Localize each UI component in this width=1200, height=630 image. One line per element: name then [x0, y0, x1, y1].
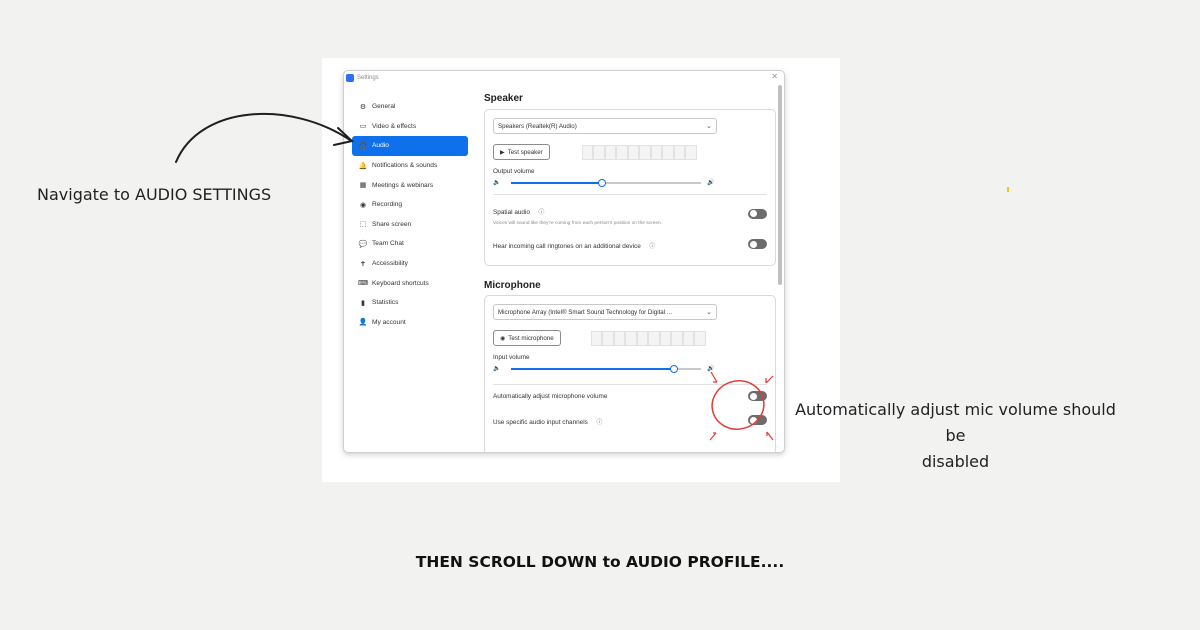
output-volume-label: Output volume: [493, 168, 535, 175]
speaker-device-dropdown[interactable]: Speakers (Realtek(R) Audio) ⌄: [493, 118, 717, 134]
record-icon: ◉: [500, 335, 506, 342]
sidebar-item-label: Notifications & sounds: [372, 162, 438, 170]
sidebar-item-label: Keyboard shortcuts: [372, 279, 429, 287]
test-speaker-label: Test speaker: [507, 148, 543, 156]
chevron-down-icon: ⌄: [706, 309, 712, 316]
microphone-device-dropdown[interactable]: Microphone Array (Intel® Smart Sound Tec…: [493, 304, 717, 320]
headphones-icon: 🎧: [358, 142, 368, 150]
record-icon: ◉: [359, 201, 367, 209]
input-volume-slider[interactable]: [511, 364, 701, 373]
ringtone-row: Hear incoming call ringtones on an addit…: [493, 235, 767, 253]
sidebar-item-share-screen[interactable]: ⬚ Share screen: [352, 215, 468, 235]
spatial-audio-description: Voices will sound like they're coming fr…: [493, 221, 663, 226]
input-volume-label: Input volume: [493, 354, 530, 361]
sidebar-item-audio[interactable]: 🎧 Audio: [352, 136, 468, 156]
info-icon[interactable]: ⓘ: [649, 244, 655, 250]
sidebar: ⚙ General ▭ Video & effects 🎧 Audio 🔔 No…: [352, 97, 468, 332]
sidebar-item-notifications[interactable]: 🔔 Notifications & sounds: [352, 156, 468, 176]
bar-chart-icon: ▮: [361, 299, 365, 307]
info-icon[interactable]: ⓘ: [596, 420, 602, 426]
calendar-icon: ▦: [359, 182, 367, 190]
specific-channels-label: Use specific audio input channels: [493, 419, 588, 426]
ringtone-label: Hear incoming call ringtones on an addit…: [493, 243, 641, 250]
chat-bubble-icon: 💬: [358, 240, 368, 248]
auto-adjust-label: Automatically adjust microphone volume: [493, 392, 608, 400]
microphone-card: Microphone Array (Intel® Smart Sound Tec…: [484, 295, 776, 452]
test-microphone-label: Test microphone: [508, 334, 554, 342]
sidebar-item-label: Accessibility: [372, 260, 408, 268]
share-screen-icon: ⬚: [359, 221, 367, 229]
divider: [493, 384, 767, 385]
auto-adjust-toggle[interactable]: [748, 391, 767, 401]
sidebar-item-keyboard-shortcuts[interactable]: ⌨ Keyboard shortcuts: [352, 273, 468, 293]
volume-high-icon: 🔊: [707, 180, 715, 186]
spatial-audio-label: Spatial audio: [493, 209, 530, 216]
auto-adjust-annotation-line2: disabled: [921, 452, 990, 471]
sidebar-item-label: Audio: [372, 142, 389, 150]
sidebar-item-label: Recording: [372, 201, 403, 209]
sidebar-item-accessibility[interactable]: ✝ Accessibility: [352, 254, 468, 274]
specific-channels-toggle[interactable]: [748, 415, 767, 425]
spatial-audio-toggle[interactable]: [748, 208, 767, 219]
sidebar-item-label: Statistics: [372, 299, 399, 307]
speaker-level-meter: [581, 144, 697, 160]
sidebar-item-team-chat[interactable]: 💬 Team Chat: [352, 234, 468, 254]
sidebar-item-recording[interactable]: ◉ Recording: [352, 195, 468, 215]
sidebar-item-meetings[interactable]: ▦ Meetings & webinars: [352, 175, 468, 195]
speaker-device-value: Speakers (Realtek(R) Audio): [498, 122, 577, 130]
sidebar-item-label: Video & effects: [372, 122, 417, 130]
play-icon: ▶: [500, 149, 505, 156]
window-title: Settings: [357, 75, 379, 81]
sidebar-item-label: My account: [372, 318, 406, 326]
chevron-down-icon: ⌄: [706, 123, 712, 130]
video-camera-icon: ▭: [359, 123, 367, 131]
sidebar-item-label: Share screen: [372, 220, 412, 228]
scrollbar[interactable]: [778, 85, 782, 285]
sidebar-item-label: Meetings & webinars: [372, 181, 434, 189]
bottom-caption: THEN SCROLL DOWN to AUDIO PROFILE....: [415, 553, 785, 571]
spatial-audio-row: Spatial audio ⓘ Voices will sound like t…: [493, 201, 767, 226]
bell-icon: 🔔: [358, 162, 368, 170]
output-volume-handle[interactable]: [598, 178, 607, 187]
auto-adjust-row: Automatically adjust microphone volume: [493, 391, 767, 401]
sidebar-item-label: General: [372, 103, 396, 111]
input-volume-handle[interactable]: [670, 364, 679, 373]
speaker-card: Speakers (Realtek(R) Audio) ⌄ ▶ Test spe…: [484, 109, 776, 266]
divider: [493, 194, 767, 195]
zoom-logo-icon: [346, 74, 354, 82]
settings-window: Settings ✕ ⚙ General ▭ Video & effects 🎧…: [343, 70, 785, 453]
keyboard-icon: ⌨: [358, 280, 369, 288]
speaker-section-title: Speaker: [484, 93, 523, 104]
microphone-level-meter: [590, 330, 706, 346]
sidebar-item-label: Team Chat: [372, 240, 404, 248]
accessibility-icon: ✝: [360, 260, 366, 268]
microphone-section-title: Microphone: [484, 280, 541, 291]
gear-icon: ⚙: [359, 103, 367, 111]
ringtone-toggle[interactable]: [748, 239, 767, 249]
sidebar-item-video-effects[interactable]: ▭ Video & effects: [352, 117, 468, 137]
test-speaker-button[interactable]: ▶ Test speaker: [493, 144, 550, 160]
close-icon[interactable]: ✕: [771, 73, 778, 81]
auto-adjust-annotation-line1: Automatically adjust mic volume should b…: [795, 400, 1116, 445]
test-microphone-button[interactable]: ◉ Test microphone: [493, 330, 561, 346]
sidebar-item-general[interactable]: ⚙ General: [352, 97, 468, 117]
sidebar-item-my-account[interactable]: 👤 My account: [352, 313, 468, 333]
specific-channels-row: Use specific audio input channels ⓘ: [493, 411, 767, 429]
auto-adjust-annotation: Automatically adjust mic volume should b…: [783, 397, 1128, 475]
info-icon[interactable]: ⓘ: [538, 210, 544, 216]
microphone-device-value: Microphone Array (Intel® Smart Sound Tec…: [498, 308, 672, 316]
title-bar: Settings ✕: [344, 71, 784, 85]
navigate-annotation: Navigate to AUDIO SETTINGS: [37, 185, 272, 204]
settings-content: Speaker Speakers (Realtek(R) Audio) ⌄ ▶ …: [484, 93, 776, 452]
user-icon: 👤: [358, 319, 368, 327]
volume-high-icon: 🔊: [707, 366, 715, 372]
volume-low-icon: 🔈: [493, 180, 501, 186]
volume-low-icon: 🔈: [493, 366, 501, 372]
sidebar-item-statistics[interactable]: ▮ Statistics: [352, 293, 468, 313]
output-volume-slider[interactable]: [511, 178, 701, 187]
